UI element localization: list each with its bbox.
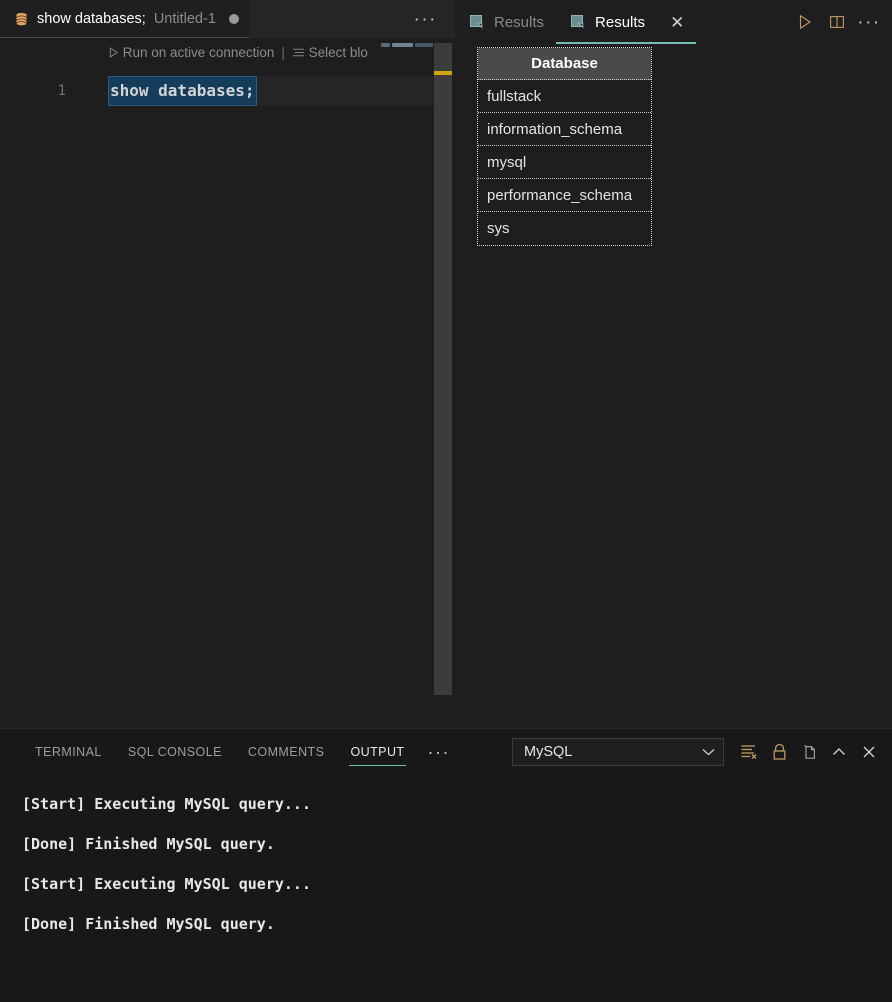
editor-vertical-scrollbar[interactable]: [434, 43, 452, 695]
results-group: Results Results ✕ ··· Database fullstack…: [455, 0, 892, 728]
run-query-button[interactable]: [790, 7, 820, 37]
tab-output[interactable]: OUTPUT: [337, 729, 417, 774]
editor-tab-bar: show databases; Untitled-1 ···: [0, 0, 455, 38]
line-number-gutter: 1: [0, 76, 88, 106]
select-block-lens-label: Select blo: [308, 44, 368, 60]
chevron-down-icon: [702, 748, 715, 755]
results-more-button[interactable]: ···: [854, 7, 884, 37]
clear-output-button[interactable]: [736, 739, 762, 765]
close-panel-button[interactable]: [856, 739, 882, 765]
editor-minimap[interactable]: [377, 43, 433, 693]
tab-label: OUTPUT: [350, 744, 405, 759]
open-in-editor-icon: [803, 744, 815, 759]
chevron-up-icon: [833, 747, 845, 755]
editor-tab-title: show databases;: [37, 11, 146, 27]
collapse-panel-button[interactable]: [826, 739, 852, 765]
tab-label: Results: [595, 13, 646, 31]
table-row[interactable]: fullstack: [478, 80, 651, 113]
vscode-window: show databases; Untitled-1 ··· Run on ac…: [0, 0, 892, 1002]
output-line: [Start] Executing MySQL query...: [22, 875, 311, 893]
table-row[interactable]: performance_schema: [478, 179, 651, 212]
output-source-select[interactable]: MySQL: [512, 737, 724, 766]
editor-group: show databases; Untitled-1 ··· Run on ac…: [0, 0, 455, 728]
unsaved-changes-indicator[interactable]: [228, 14, 239, 24]
code-lens-separator: |: [281, 44, 285, 60]
tab-results-active[interactable]: Results ✕: [556, 0, 697, 44]
table-row[interactable]: information_schema: [478, 113, 651, 146]
tab-comments[interactable]: COMMENTS: [235, 729, 338, 774]
tab-label: SQL CONSOLE: [127, 744, 222, 759]
results-table[interactable]: Database fullstack information_schema my…: [477, 47, 652, 246]
line-number: 1: [57, 83, 66, 99]
database-icon: [14, 12, 29, 27]
editor-tab-untitled-1[interactable]: show databases; Untitled-1: [0, 0, 249, 38]
close-tab-button[interactable]: ✕: [670, 14, 684, 31]
tab-label: COMMENTS: [247, 744, 325, 759]
output-line: [Start] Executing MySQL query...: [22, 795, 311, 813]
tab-label: TERMINAL: [35, 744, 102, 759]
clear-output-icon: [741, 745, 757, 759]
editor-tab-subtitle: Untitled-1: [153, 11, 216, 27]
editor-tabbar-actions: ···: [406, 0, 445, 38]
bottom-panel: TERMINAL SQL CONSOLE COMMENTS OUTPUT ···…: [0, 728, 892, 1002]
table-row[interactable]: sys: [478, 212, 651, 245]
output-line: [Done] Finished MySQL query.: [22, 915, 275, 933]
tab-sql-console[interactable]: SQL CONSOLE: [115, 729, 235, 774]
results-grid-icon: [571, 15, 584, 29]
output-line: [Done] Finished MySQL query.: [22, 835, 275, 853]
run-lens-label: Run on active connection: [122, 44, 275, 60]
results-grid-icon: [470, 15, 483, 29]
close-icon: [863, 746, 875, 757]
select-block-icon: [292, 48, 304, 56]
split-editor-button[interactable]: [822, 7, 852, 37]
code-editor[interactable]: 1 show databases;: [0, 76, 434, 728]
lock-scroll-button[interactable]: [766, 739, 792, 765]
open-in-editor-button[interactable]: [796, 739, 822, 765]
editor-more-actions-button[interactable]: ···: [406, 6, 445, 33]
play-icon: [799, 14, 812, 30]
lock-icon: [773, 743, 785, 760]
minimap-line: [377, 43, 433, 47]
scrollbar-change-marker: [434, 71, 452, 75]
split-editor-icon: [830, 16, 844, 28]
tab-results-inactive[interactable]: Results: [455, 0, 556, 44]
panel-tab-bar: TERMINAL SQL CONSOLE COMMENTS OUTPUT ···…: [0, 729, 892, 774]
run-on-active-connection-lens[interactable]: Run on active connection: [108, 45, 274, 60]
results-tab-bar: Results Results ✕ ···: [455, 0, 892, 44]
panel-tabs-more-button[interactable]: ···: [418, 743, 460, 761]
code-line-text[interactable]: show databases;: [108, 76, 257, 106]
output-console[interactable]: [Start] Executing MySQL query... [Done] …: [0, 774, 892, 1002]
results-actions: ···: [790, 0, 884, 44]
table-row[interactable]: mysql: [478, 146, 651, 179]
panel-actions: MySQL: [512, 729, 882, 774]
play-icon: [109, 46, 119, 58]
tab-terminal[interactable]: TERMINAL: [22, 729, 115, 774]
table-header-database[interactable]: Database: [478, 48, 651, 80]
select-block-lens[interactable]: Select blo: [292, 45, 368, 60]
tab-label: Results: [494, 13, 545, 31]
output-source-value: MySQL: [524, 743, 573, 760]
